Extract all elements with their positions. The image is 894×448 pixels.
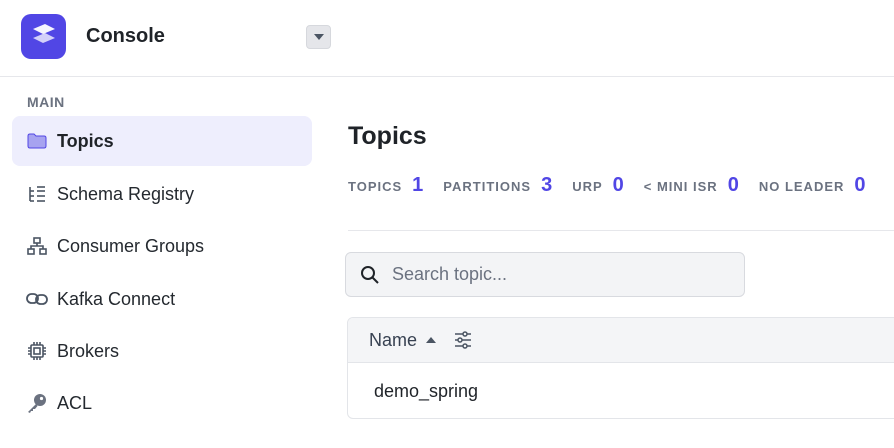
app-logo[interactable] xyxy=(21,14,66,59)
stat-value: 0 xyxy=(854,174,866,196)
folder-icon xyxy=(26,130,48,152)
topic-stats: TOPICS 1 PARTITIONS 3 URP 0 < MINI ISR 0… xyxy=(348,174,886,197)
stat-urp: URP 0 xyxy=(572,174,624,197)
sidebar-item-topics[interactable]: Topics xyxy=(12,116,312,166)
link-icon xyxy=(26,288,48,310)
sidebar-item-label: Kafka Connect xyxy=(57,288,176,309)
stat-label: URP xyxy=(572,179,603,194)
table-row[interactable]: demo_spring xyxy=(348,363,894,418)
tree-list-icon xyxy=(26,183,48,205)
key-icon xyxy=(26,392,48,414)
stat-mini-isr: < MINI ISR 0 xyxy=(644,174,739,197)
sidebar-item-kafka-connect[interactable]: Kafka Connect xyxy=(12,274,312,324)
sidebar-item-label: ACL xyxy=(57,392,93,413)
sidebar-item-schema-registry[interactable]: Schema Registry xyxy=(12,169,312,219)
table-header: Name xyxy=(348,318,894,363)
sidebar-item-brokers[interactable]: Brokers xyxy=(12,326,312,376)
search-box[interactable] xyxy=(345,252,745,297)
stat-value: 3 xyxy=(541,174,553,196)
stat-partitions: PARTITIONS 3 xyxy=(443,174,552,197)
caret-down-icon xyxy=(313,28,325,46)
cluster-dropdown-button[interactable] xyxy=(306,25,331,49)
main-content: Topics TOPICS 1 PARTITIONS 3 URP 0 < MIN… xyxy=(322,78,894,448)
sidebar-item-label: Schema Registry xyxy=(57,183,195,204)
topic-name-cell[interactable]: demo_spring xyxy=(374,381,478,402)
section-divider xyxy=(348,230,894,231)
sidebar-item-label: Topics xyxy=(57,130,114,151)
stat-value: 0 xyxy=(727,174,739,196)
app-title: Console xyxy=(86,25,165,47)
column-header-name[interactable]: Name xyxy=(369,330,417,351)
stat-label: < MINI ISR xyxy=(643,179,718,194)
search-icon xyxy=(360,264,382,286)
stat-label: TOPICS xyxy=(348,179,403,194)
chip-icon xyxy=(26,340,48,362)
sidebar-item-consumer-groups[interactable]: Consumer Groups xyxy=(12,221,312,271)
stat-no-leader: NO LEADER 0 xyxy=(759,174,866,197)
sidebar: MAIN Topics Schema Registry Consumer Gro… xyxy=(0,78,322,448)
hierarchy-icon xyxy=(26,235,48,257)
stat-topics: TOPICS 1 xyxy=(348,174,423,197)
stat-label: PARTITIONS xyxy=(443,179,532,194)
column-settings-icon[interactable] xyxy=(453,329,475,351)
sort-ascending-icon[interactable] xyxy=(425,333,439,347)
stack-layers-icon xyxy=(29,21,59,52)
stat-label: NO LEADER xyxy=(758,179,845,194)
sidebar-section-label: MAIN xyxy=(27,94,65,110)
stat-value: 1 xyxy=(412,174,424,196)
stat-value: 0 xyxy=(612,174,624,196)
sidebar-item-label: Consumer Groups xyxy=(57,235,205,256)
search-input[interactable] xyxy=(392,264,722,285)
topics-table: Name demo_spring xyxy=(347,317,894,419)
page-title: Topics xyxy=(348,122,427,150)
sidebar-item-label: Brokers xyxy=(57,340,120,361)
app-header: Console xyxy=(0,0,894,77)
sidebar-item-acl[interactable]: ACL xyxy=(12,378,312,428)
